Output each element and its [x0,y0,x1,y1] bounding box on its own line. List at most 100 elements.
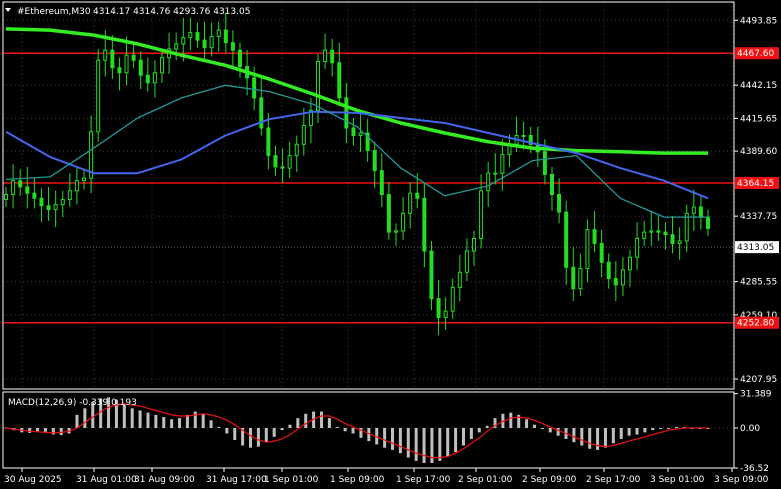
candle-body [18,180,23,188]
candle-body [358,132,363,137]
chart-symbol-label: #Ethereum,M30 [17,7,91,17]
macd-bar [469,428,473,439]
candle-body [330,49,335,64]
candle-body [457,271,462,288]
candle-body [620,269,625,286]
macd-title: MACD(12,26,9) -0.339 0.193 [8,398,137,408]
candle-body [379,170,384,196]
x-tick-label: 2 Sep 01:00 [458,475,513,485]
macd-bar [454,428,458,453]
x-tick-label: 1 Sep 09:00 [330,475,385,485]
candle-body [323,49,328,62]
x-tick-label: 3 Sep 01:00 [650,475,705,485]
macd-bar [461,428,465,446]
macd-bar [580,428,584,446]
candle-body [216,29,221,37]
candle-body [564,211,569,268]
candle-body [124,54,129,74]
candle-body [238,49,242,68]
candle-body [202,39,207,49]
candle-body [337,62,342,99]
candle-body [152,72,157,84]
macd-bar [296,418,300,428]
candle-body [223,29,228,44]
candle-body [188,32,193,39]
candle-body [287,155,292,169]
candle-body [408,192,413,214]
macd-bar [572,428,576,443]
macd-bar [659,428,663,429]
candle-body [450,286,455,312]
candle-body [273,155,278,168]
candle-body [578,268,583,290]
macd-bar [185,414,189,428]
macd-bar [83,408,87,428]
x-tick-label: 3 Sep 09:00 [714,475,769,485]
candle-body [131,54,136,61]
candle-body [103,49,108,61]
macd-bar [619,428,623,439]
macd-bar [320,411,324,428]
candle-body [521,135,526,138]
candle-body [663,231,668,236]
candle-body [500,153,505,174]
candle-body [53,204,58,211]
macd-bar [643,428,647,433]
macd-bar [651,428,655,431]
macd-bar [264,428,268,443]
candle-body [429,250,434,300]
macd-bar [414,428,418,461]
macd-bar [225,428,229,434]
level-tag-label: 4364.15 [737,179,774,189]
candle-body [67,190,72,201]
level-tag-label: 4467.60 [737,49,774,59]
macd-bar [217,426,221,428]
macd-bar [43,428,47,432]
macd-bar [635,428,639,435]
macd-y-tick-label: -36.52 [740,464,769,474]
y-tick-label: 4207.95 [740,375,777,385]
macd-bar [178,418,182,428]
candle-body [677,240,682,244]
candle-body [138,59,143,76]
candle-body [372,150,377,172]
candle-body [606,261,611,280]
macd-bar [51,428,55,435]
macd-bar [596,428,600,450]
current-price-label: 4313.05 [737,243,774,253]
candle-body [266,127,271,157]
macd-bar [335,426,339,428]
candle-body [181,37,186,45]
candle-body [635,237,640,258]
macd-bar [130,408,134,428]
macd-bar [398,428,402,454]
candle-body [443,310,448,318]
macd-bar [36,428,40,432]
macd-bar [509,412,513,428]
candle-body [96,59,101,133]
macd-bar [201,413,205,428]
x-tick-label: 2 Sep 09:00 [522,475,577,485]
candle-body [351,127,356,137]
candle-body [39,197,44,207]
candle-body [642,231,647,239]
macd-bar [249,428,253,448]
candle-body [117,67,122,74]
macd-bar [611,428,615,444]
macd-bar [256,428,260,447]
macd-bar [525,419,529,428]
macd-bar [304,413,308,428]
y-tick-label: 4415.65 [740,114,777,124]
candle-body [301,124,306,145]
candle-body [60,199,65,206]
candle-body [174,43,179,50]
macd-bar [446,428,450,457]
x-tick-label: 1 Sep 17:00 [396,475,451,485]
macd-bar [383,428,387,448]
candle-body [542,151,547,175]
candle-body [464,250,469,273]
candle-body [230,42,235,51]
candle-body [415,192,420,199]
chart-canvas: 4493.85 4442.15 4415.65 4389.60 4337.75 4285.… [0,0,781,489]
macd-bar [193,411,197,428]
